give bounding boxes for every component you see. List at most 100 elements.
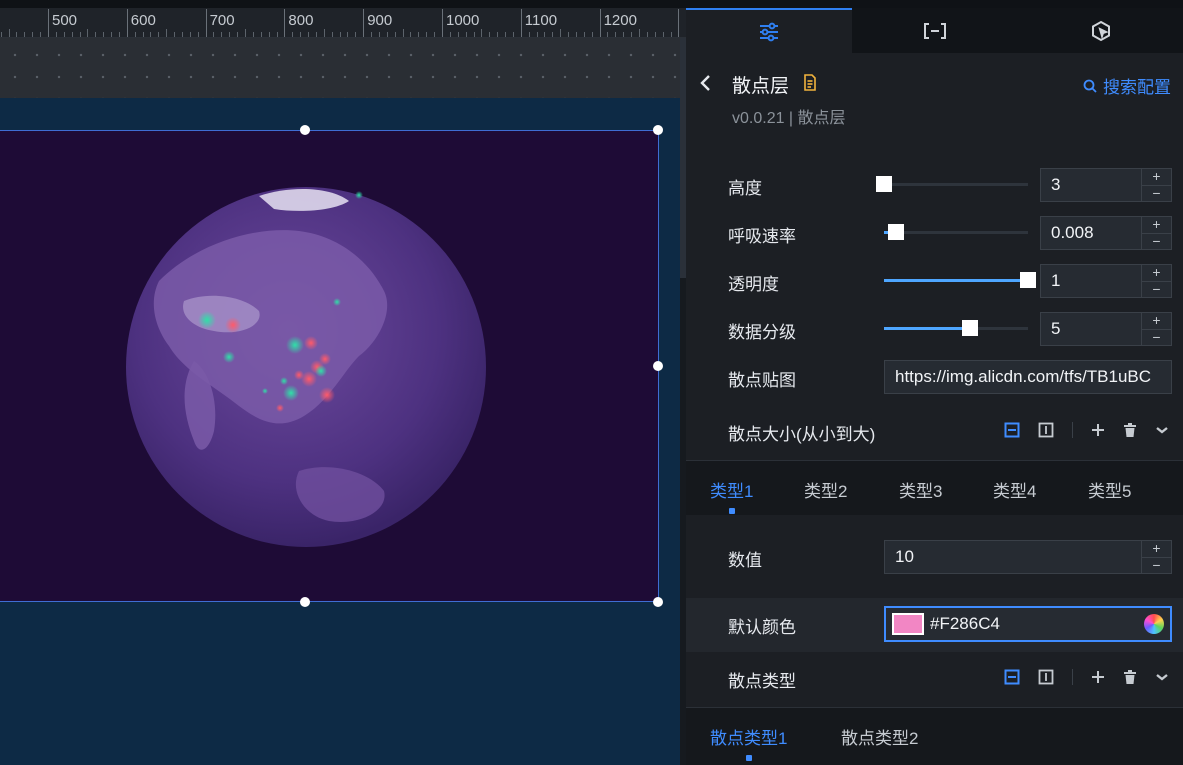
resize-handle-middle-right[interactable] (653, 361, 663, 371)
height-slider[interactable] (876, 176, 1028, 192)
list-view-icon[interactable] (1004, 669, 1020, 685)
tab-type-4[interactable]: 类型4 (993, 477, 1036, 502)
height-input[interactable]: 3 + − (1040, 168, 1172, 202)
data-grade-stepper[interactable]: + − (1141, 313, 1171, 345)
ruler-major-tick (442, 9, 443, 37)
type-value-label: 数值 (728, 551, 762, 570)
ruler-minor-tick (607, 32, 609, 37)
toolbar-separator (1072, 422, 1073, 438)
scatter-type-toolbar (1004, 669, 1169, 685)
column-view-icon[interactable] (1038, 669, 1054, 685)
resize-handle-bottom-right[interactable] (653, 597, 663, 607)
editor-canvas[interactable]: 500 600 700 800 900 1000 1100 1200 (0, 0, 686, 765)
delete-icon[interactable] (1123, 422, 1137, 438)
back-chevron-icon[interactable] (698, 73, 714, 93)
texture-url-input[interactable]: https://img.alicdn.com/tfs/TB1uBC (884, 360, 1172, 394)
ruler-minor-tick (434, 32, 436, 37)
type-value-stepper[interactable]: + − (1141, 541, 1171, 573)
opacity-increment[interactable]: + (1142, 265, 1171, 281)
data-grade-increment[interactable]: + (1142, 313, 1171, 329)
canvas-grid-band (0, 38, 686, 98)
breath-speed-slider-knob[interactable] (888, 224, 904, 240)
height-value[interactable]: 3 (1051, 175, 1060, 195)
ruler-minor-tick (103, 32, 105, 37)
ruler-minor-tick (623, 32, 625, 37)
resize-handle-bottom-middle[interactable] (300, 597, 310, 607)
height-increment[interactable]: + (1142, 169, 1171, 185)
texture-url-value[interactable]: https://img.alicdn.com/tfs/TB1uBC (895, 367, 1151, 387)
document-icon[interactable] (803, 74, 817, 91)
ruler-minor-tick (560, 29, 562, 37)
ruler-minor-tick (497, 32, 499, 37)
opacity-decrement[interactable]: − (1142, 281, 1171, 297)
ruler-minor-tick (512, 32, 514, 37)
data-grade-input[interactable]: 5 + − (1040, 312, 1172, 346)
ruler-major-tick (48, 9, 49, 37)
data-grade-value[interactable]: 5 (1051, 319, 1060, 339)
data-grade-decrement[interactable]: − (1142, 329, 1171, 345)
ruler-minor-tick (639, 29, 640, 37)
breath-speed-input[interactable]: 0.008 + − (1040, 216, 1172, 250)
ruler-minor-tick (166, 29, 168, 37)
size-group-toolbar (1004, 422, 1169, 438)
ruler-minor-tick (189, 32, 191, 37)
ruler-minor-tick (457, 32, 459, 37)
type-value-increment[interactable]: + (1142, 541, 1171, 557)
breath-speed-decrement[interactable]: − (1142, 233, 1171, 249)
panel-header: 散点层 v0.0.21 | 散点层 搜索配置 (686, 53, 1183, 133)
breath-speed-stepper[interactable]: + − (1141, 217, 1171, 249)
opacity-input[interactable]: 1 + − (1040, 264, 1172, 298)
tab-type-1[interactable]: 类型1 (710, 477, 753, 514)
color-picker-icon[interactable] (1144, 614, 1164, 634)
data-grade-label: 数据分级 (728, 323, 796, 342)
ruler-minor-tick (355, 32, 357, 37)
add-icon[interactable] (1091, 670, 1105, 684)
tab-scatter-type-2[interactable]: 散点类型2 (841, 724, 918, 749)
height-slider-knob[interactable] (876, 176, 892, 192)
component-title: 散点层 (732, 76, 790, 97)
height-stepper[interactable]: + − (1141, 169, 1171, 201)
ruler-label: 800 (288, 12, 314, 29)
data-grade-slider-knob[interactable] (962, 320, 978, 336)
breath-speed-value[interactable]: 0.008 (1051, 223, 1094, 243)
config-panel: 散点层 v0.0.21 | 散点层 搜索配置 高度 3 + − 呼吸速率 0.008… (686, 8, 1183, 765)
opacity-value[interactable]: 1 (1051, 271, 1060, 291)
type-value-decrement[interactable]: − (1142, 557, 1171, 573)
tab-data[interactable] (852, 8, 1018, 53)
column-view-icon[interactable] (1038, 422, 1054, 438)
resize-handle-top-middle[interactable] (300, 125, 310, 135)
type-value-value[interactable]: 10 (895, 547, 914, 567)
ruler-minor-tick (0, 32, 2, 37)
tab-scatter-type-1[interactable]: 散点类型1 (710, 724, 787, 761)
chevron-down-icon[interactable] (1155, 425, 1169, 435)
height-decrement[interactable]: − (1142, 185, 1171, 201)
tab-type-3[interactable]: 类型3 (899, 477, 942, 502)
default-color-value[interactable]: #F286C4 (930, 614, 1000, 634)
tab-type-5[interactable]: 类型5 (1088, 477, 1131, 502)
breath-speed-increment[interactable]: + (1142, 217, 1171, 233)
opacity-slider-knob[interactable] (1020, 272, 1036, 288)
ruler-minor-tick (402, 29, 404, 37)
default-color-input[interactable]: #F286C4 (884, 606, 1172, 642)
color-swatch[interactable] (892, 613, 924, 635)
list-view-icon[interactable] (1004, 422, 1020, 438)
opacity-slider[interactable] (884, 272, 1036, 288)
opacity-stepper[interactable]: + − (1141, 265, 1171, 297)
tab-config[interactable] (686, 8, 852, 53)
delete-icon[interactable] (1123, 669, 1137, 685)
tab-type-2[interactable]: 类型2 (804, 477, 847, 502)
ruler-minor-tick (150, 32, 152, 37)
tab-interaction[interactable] (1018, 8, 1183, 53)
add-icon[interactable] (1091, 423, 1105, 437)
horizontal-ruler: 500 600 700 800 900 1000 1100 1200 (0, 8, 686, 38)
canvas-top-strip (0, 0, 686, 8)
chevron-down-icon[interactable] (1155, 672, 1169, 682)
resize-handle-top-right[interactable] (653, 125, 663, 135)
ruler-minor-tick (568, 32, 570, 37)
search-config-button[interactable]: 搜索配置 (1083, 73, 1171, 98)
type-value-input[interactable]: 10 + − (884, 540, 1172, 574)
data-grade-slider[interactable] (884, 320, 1028, 336)
breath-speed-slider[interactable] (884, 224, 1028, 240)
ruler-minor-tick (229, 32, 231, 37)
selected-component-frame[interactable] (0, 130, 659, 602)
